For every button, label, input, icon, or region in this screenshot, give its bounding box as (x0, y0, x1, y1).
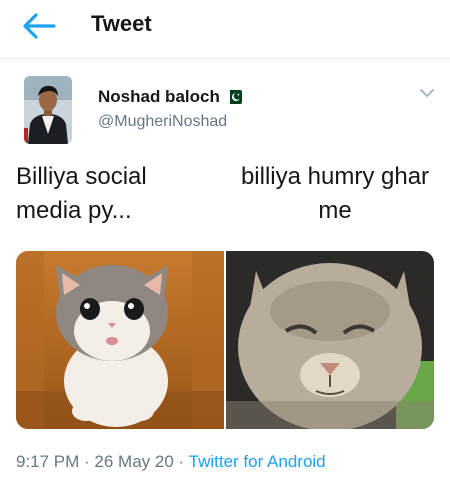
kitten-image[interactable] (16, 251, 224, 429)
author-name[interactable]: Noshad baloch (98, 87, 242, 107)
tweet-time: 9:17 PM (16, 452, 80, 471)
tweet-media[interactable] (16, 251, 434, 429)
chevron-down-icon[interactable] (418, 86, 436, 100)
tweet-date: 26 May 20 (94, 452, 174, 471)
author-name-text: Noshad baloch (98, 87, 220, 106)
separator-dot: · (173, 452, 189, 471)
tweet-meta: 9:17 PM · 26 May 20 · Twitter for Androi… (16, 452, 326, 472)
header-divider (0, 58, 450, 59)
page-title: Tweet (91, 11, 152, 36)
top-bar: Tweet (0, 0, 450, 58)
avatar[interactable] (24, 76, 72, 144)
cat-image[interactable] (226, 251, 434, 429)
back-arrow-icon[interactable] (22, 10, 58, 42)
tweet-source-link[interactable]: Twitter for Android (189, 452, 326, 471)
author-handle[interactable]: @MugheriNoshad (98, 113, 227, 131)
separator-dot: · (79, 452, 95, 471)
tweet-caption-right: billiya humry ghar me (240, 163, 430, 224)
tweet-caption-left: Billiya social media py... (16, 163, 147, 224)
pakistan-flag-icon (225, 89, 242, 105)
